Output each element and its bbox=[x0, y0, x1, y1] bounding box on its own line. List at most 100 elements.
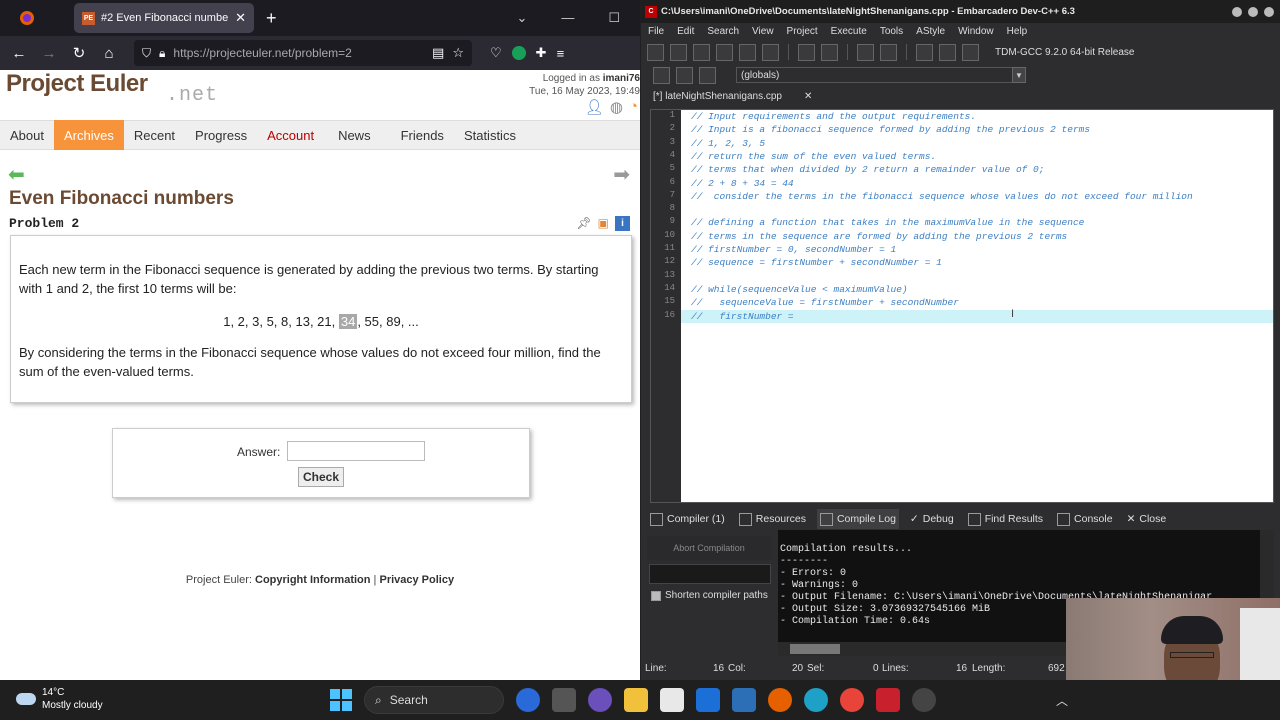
previous-problem-arrow-icon[interactable]: ⬅ bbox=[8, 162, 25, 187]
home-icon[interactable]: ⌂ bbox=[96, 40, 122, 66]
code-area[interactable]: 1 // Input requirements and the output re… bbox=[664, 110, 1273, 502]
indent-icon[interactable] bbox=[798, 43, 815, 61]
checkbox-box[interactable] bbox=[651, 590, 661, 601]
code-line[interactable]: // terms in the sequence are formed by a… bbox=[681, 230, 1273, 243]
menu-progress[interactable]: Progress bbox=[185, 120, 257, 150]
new-tab-icon[interactable]: + bbox=[266, 8, 277, 29]
insert-icon[interactable] bbox=[653, 66, 670, 84]
code-line[interactable]: // while(sequenceValue < maximumValue) bbox=[681, 283, 1273, 296]
browser-tab-active[interactable]: PE #2 Even Fibonacci numbers - P ✕ bbox=[74, 3, 254, 33]
menu-window[interactable]: Window bbox=[958, 26, 994, 37]
code-line[interactable] bbox=[681, 270, 1273, 283]
menu-view[interactable]: View bbox=[752, 26, 774, 37]
compile-icon[interactable] bbox=[916, 43, 933, 61]
menu-edit[interactable]: Edit bbox=[677, 26, 694, 37]
menu-archives[interactable]: Archives bbox=[53, 120, 124, 150]
tab-list-chevron-icon[interactable]: ⌄ bbox=[516, 10, 527, 26]
check-button[interactable]: Check bbox=[298, 467, 344, 487]
bookmark-star-icon[interactable]: ☆ bbox=[452, 45, 464, 61]
scope-select[interactable]: (globals) ▼ bbox=[736, 67, 1026, 83]
menu-project[interactable]: Project bbox=[787, 26, 818, 37]
store-icon[interactable] bbox=[660, 688, 684, 712]
menu-news[interactable]: News bbox=[324, 120, 381, 150]
menu-statistics[interactable]: Statistics bbox=[454, 120, 526, 150]
pdf-icon[interactable]: ▣ bbox=[598, 216, 609, 231]
code-line[interactable]: // firstNumber = bbox=[681, 309, 1273, 323]
add-friend-icon[interactable]: 👤︎ bbox=[585, 98, 604, 116]
lock-icon[interactable]: 🔒︎ bbox=[159, 46, 165, 61]
menu-recent[interactable]: Recent bbox=[124, 120, 185, 150]
settings-gear-icon[interactable] bbox=[912, 688, 936, 712]
code-line[interactable]: // consider the terms in the fibonacci s… bbox=[681, 190, 1273, 203]
unindent-icon[interactable] bbox=[821, 43, 838, 61]
code-line[interactable]: // firstNumber = 0, secondNumber = 1 bbox=[681, 243, 1273, 256]
run-icon[interactable] bbox=[939, 43, 956, 61]
code-editor[interactable]: 1 // Input requirements and the output re… bbox=[650, 109, 1274, 503]
next-problem-arrow-icon[interactable]: ➡ bbox=[613, 162, 630, 187]
chevron-up-icon[interactable]: ︿ bbox=[1056, 692, 1068, 709]
new-file-icon[interactable] bbox=[647, 43, 664, 61]
abort-compilation-button[interactable]: Abort Compilation bbox=[647, 536, 771, 560]
menu-account[interactable]: Account bbox=[257, 120, 324, 150]
print-icon[interactable] bbox=[762, 43, 779, 61]
teams-chat-icon[interactable] bbox=[588, 688, 612, 712]
firefox-logo-icon[interactable] bbox=[8, 4, 46, 32]
close-icon[interactable] bbox=[1264, 6, 1274, 17]
minimize-icon[interactable]: — bbox=[561, 10, 574, 26]
compiler-select[interactable]: TDM-GCC 9.2.0 64-bit Release bbox=[995, 47, 1135, 58]
url-bar[interactable]: ⛉ 🔒︎ https://projecteuler.net/problem=2 … bbox=[134, 40, 472, 66]
bookmark-icon[interactable] bbox=[676, 66, 693, 84]
globe-icon[interactable]: ◍ bbox=[610, 98, 623, 116]
reader-view-icon[interactable]: ▤ bbox=[432, 45, 444, 61]
pin-icon[interactable]: 📌︎ bbox=[576, 216, 591, 231]
minimize-icon[interactable] bbox=[1232, 6, 1242, 17]
compile-run-icon[interactable] bbox=[962, 43, 979, 61]
pe-logo[interactable]: Project Euler bbox=[6, 70, 148, 98]
chrome-icon[interactable] bbox=[840, 688, 864, 712]
menu-about[interactable]: About bbox=[0, 120, 54, 150]
tab-compiler[interactable]: Compiler (1) bbox=[647, 509, 728, 529]
tab-debug[interactable]: ✓ Debug bbox=[907, 509, 957, 529]
save-all-icon[interactable] bbox=[716, 43, 733, 61]
menu-execute[interactable]: Execute bbox=[831, 26, 867, 37]
close-tab-icon[interactable]: ✕ bbox=[804, 91, 812, 102]
code-line[interactable]: // Input requirements and the output req… bbox=[681, 110, 1273, 123]
menu-friends[interactable]: Friends bbox=[381, 120, 454, 150]
redo-icon[interactable] bbox=[880, 43, 897, 61]
goto-bookmark-icon[interactable] bbox=[699, 66, 716, 84]
extension-green-icon[interactable] bbox=[511, 46, 526, 60]
open-file-icon[interactable] bbox=[670, 43, 687, 61]
tab-resources[interactable]: Resources bbox=[736, 509, 809, 529]
code-line[interactable]: // sequenceValue = firstNumber + secondN… bbox=[681, 296, 1273, 309]
edge-icon[interactable] bbox=[804, 688, 828, 712]
menu-file[interactable]: File bbox=[648, 26, 664, 37]
info-icon[interactable]: i bbox=[615, 216, 630, 231]
tab-compile-log[interactable]: Compile Log bbox=[816, 509, 899, 529]
code-line[interactable]: // 1, 2, 3, 5 bbox=[681, 137, 1273, 150]
menu-astyle[interactable]: AStyle bbox=[916, 26, 945, 37]
code-line[interactable]: // terms that when divided by 2 return a… bbox=[681, 163, 1273, 176]
code-line[interactable]: // 2 + 8 + 34 = 44 bbox=[681, 177, 1273, 190]
start-windows-icon[interactable] bbox=[330, 689, 352, 711]
privacy-link[interactable]: Privacy Policy bbox=[379, 574, 454, 586]
close-file-icon[interactable] bbox=[739, 43, 756, 61]
reload-icon[interactable]: ↻ bbox=[66, 40, 92, 66]
menu-help[interactable]: Help bbox=[1007, 26, 1028, 37]
scroll-thumb[interactable] bbox=[790, 644, 840, 654]
code-line[interactable]: // defining a function that takes in the… bbox=[681, 216, 1273, 229]
maximize-icon[interactable]: ☐ bbox=[608, 10, 620, 26]
tab-console[interactable]: Console bbox=[1054, 509, 1116, 529]
shorten-paths-checkbox[interactable]: Shorten compiler paths bbox=[651, 590, 768, 601]
menu-search[interactable]: Search bbox=[707, 26, 739, 37]
bing-icon[interactable] bbox=[516, 688, 540, 712]
maximize-icon[interactable] bbox=[1248, 6, 1258, 17]
pocket-icon[interactable]: ♡ bbox=[490, 45, 502, 61]
back-icon[interactable]: ← bbox=[6, 40, 32, 66]
code-line[interactable] bbox=[681, 203, 1273, 216]
menu-hamburger-icon[interactable]: ≡ bbox=[557, 46, 565, 61]
weather-widget[interactable]: 14°C Mostly cloudy bbox=[16, 686, 103, 712]
taskbar-search[interactable]: ⌕ Search bbox=[364, 686, 504, 714]
answer-input[interactable] bbox=[287, 441, 425, 461]
username[interactable]: imani76 bbox=[603, 73, 640, 84]
firefox-taskbar-icon[interactable] bbox=[768, 688, 792, 712]
